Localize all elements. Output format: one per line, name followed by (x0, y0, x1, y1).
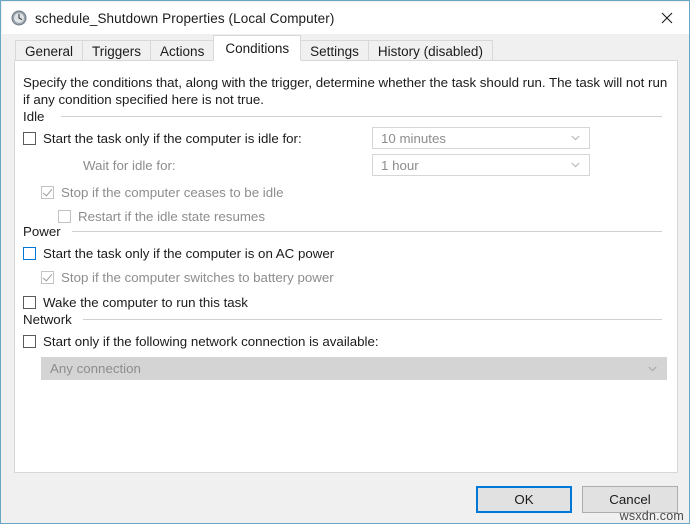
panel-description: Specify the conditions that, along with … (23, 75, 668, 107)
properties-window: schedule_Shutdown Properties (Local Comp… (0, 0, 690, 524)
checkbox-stop-if-ceases-idle[interactable]: Stop if the computer ceases to be idle (41, 185, 283, 200)
checkbox-start-if-ac-power[interactable]: Start the task only if the computer is o… (23, 246, 334, 261)
checkbox-start-if-network-box[interactable] (23, 335, 36, 348)
checkbox-start-if-network-label: Start only if the following network conn… (43, 334, 379, 349)
tab-strip: General Triggers Actions Conditions Sett… (2, 34, 689, 61)
tab-settings-label: Settings (310, 43, 359, 59)
tab-conditions-label: Conditions (225, 40, 290, 56)
checkbox-stop-if-battery[interactable]: Stop if the computer switches to battery… (41, 270, 334, 285)
checkbox-start-if-idle-label: Start the task only if the computer is i… (43, 131, 302, 146)
checkbox-stop-if-ceases-idle-box[interactable] (41, 186, 54, 199)
group-divider-idle (61, 116, 662, 117)
tab-conditions[interactable]: Conditions (213, 35, 302, 61)
group-label-network: Network (23, 312, 78, 327)
group-divider-network (83, 319, 662, 320)
checkbox-stop-if-battery-label: Stop if the computer switches to battery… (61, 270, 334, 285)
checkbox-restart-if-idle-resumes[interactable]: Restart if the idle state resumes (58, 209, 265, 224)
window-title: schedule_Shutdown Properties (Local Comp… (35, 10, 335, 26)
group-label-power: Power (23, 224, 67, 239)
combo-idle-duration[interactable]: 10 minutes (372, 127, 590, 149)
chevron-down-icon (571, 162, 580, 168)
cancel-button-label: Cancel (609, 492, 651, 507)
label-wait-for-idle: Wait for idle for: (83, 158, 176, 173)
clock-icon (11, 10, 27, 26)
tab-general-label: General (25, 43, 74, 59)
tab-actions-label: Actions (160, 43, 205, 59)
group-divider-power (72, 231, 662, 232)
chevron-down-icon (571, 135, 580, 141)
tab-actions[interactable]: Actions (150, 40, 215, 61)
checkbox-start-if-ac-power-label: Start the task only if the computer is o… (43, 246, 335, 261)
tab-history[interactable]: History (disabled) (367, 40, 493, 61)
checkbox-stop-if-battery-box[interactable] (41, 271, 54, 284)
checkbox-stop-if-ceases-idle-label: Stop if the computer ceases to be idle (61, 185, 284, 200)
conditions-panel: Specify the conditions that, along with … (14, 60, 678, 473)
close-icon[interactable] (644, 3, 689, 34)
group-label-idle: Idle (23, 109, 51, 124)
checkbox-start-if-idle[interactable]: Start the task only if the computer is i… (23, 131, 302, 146)
tab-triggers[interactable]: Triggers (82, 40, 152, 61)
tab-row: General Triggers Actions Conditions Sett… (15, 34, 493, 61)
tab-settings[interactable]: Settings (300, 40, 369, 61)
ok-button[interactable]: OK (476, 486, 572, 513)
ok-button-label: OK (514, 492, 534, 507)
checkbox-restart-if-idle-resumes-label: Restart if the idle state resumes (78, 209, 265, 224)
dialog-footer: OK Cancel wsxdn.com (2, 473, 689, 523)
tab-general[interactable]: General (15, 40, 84, 61)
checkbox-start-if-network[interactable]: Start only if the following network conn… (23, 334, 379, 349)
tab-history-label: History (disabled) (377, 43, 483, 59)
combo-wait-duration[interactable]: 1 hour (372, 154, 590, 176)
title-bar: schedule_Shutdown Properties (Local Comp… (2, 2, 689, 34)
checkbox-wake-computer-label: Wake the computer to run this task (43, 295, 248, 310)
checkbox-wake-computer-box[interactable] (23, 296, 36, 309)
checkbox-start-if-ac-power-box[interactable] (23, 247, 36, 260)
combo-wait-duration-value: 1 hour (381, 157, 419, 173)
combo-idle-duration-value: 10 minutes (381, 130, 447, 146)
checkbox-start-if-idle-box[interactable] (23, 132, 36, 145)
combo-network-connection[interactable]: Any connection (41, 357, 667, 380)
checkbox-restart-if-idle-resumes-box[interactable] (58, 210, 71, 223)
tab-triggers-label: Triggers (92, 43, 142, 59)
combo-network-connection-value: Any connection (50, 361, 141, 376)
chevron-down-icon (648, 366, 657, 372)
checkbox-wake-computer[interactable]: Wake the computer to run this task (23, 295, 248, 310)
watermark: wsxdn.com (619, 509, 684, 523)
